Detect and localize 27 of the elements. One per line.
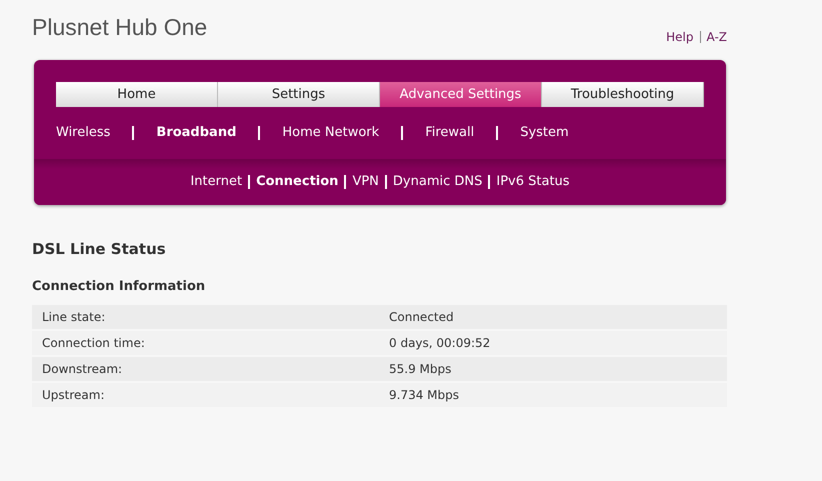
nav-link[interactable]: System (520, 123, 569, 143)
row-value: 55.9 Mbps (389, 361, 452, 378)
nav-tab[interactable]: Home (56, 82, 218, 107)
header-link[interactable]: A-Z (706, 28, 727, 46)
nav-tab[interactable]: Advanced Settings (380, 82, 542, 107)
row-label: Upstream: (41, 387, 106, 404)
nav-link[interactable]: Firewall (425, 123, 474, 143)
section-heading: Connection Information (32, 278, 206, 296)
nav-link[interactable]: IPv6 Status (496, 172, 570, 192)
row-value: 9.734 Mbps (389, 387, 460, 404)
row-label: Downstream: (41, 361, 124, 378)
row-value: Connected (389, 309, 454, 326)
nav-link[interactable]: VPN (352, 172, 379, 192)
nav-link[interactable]: Internet (190, 172, 242, 192)
nav-link[interactable]: Broadband (156, 123, 236, 143)
nav-link[interactable]: Dynamic DNS (392, 172, 482, 192)
header-link[interactable]: Help (666, 28, 694, 46)
site-title: Plusnet Hub One (32, 14, 208, 40)
nav-link[interactable]: Wireless (56, 123, 110, 143)
row-value: 0 days, 00:09:52 (389, 335, 490, 352)
nav-link[interactable]: Home Network (282, 123, 380, 143)
nav-tab[interactable]: Settings (218, 82, 380, 107)
row-label: Line state: (41, 309, 106, 326)
nav-tab[interactable]: Troubleshooting (542, 82, 704, 107)
row-label: Connection time: (41, 335, 146, 352)
page-heading: DSL Line Status (32, 239, 167, 260)
nav-link[interactable]: Connection (256, 172, 338, 192)
